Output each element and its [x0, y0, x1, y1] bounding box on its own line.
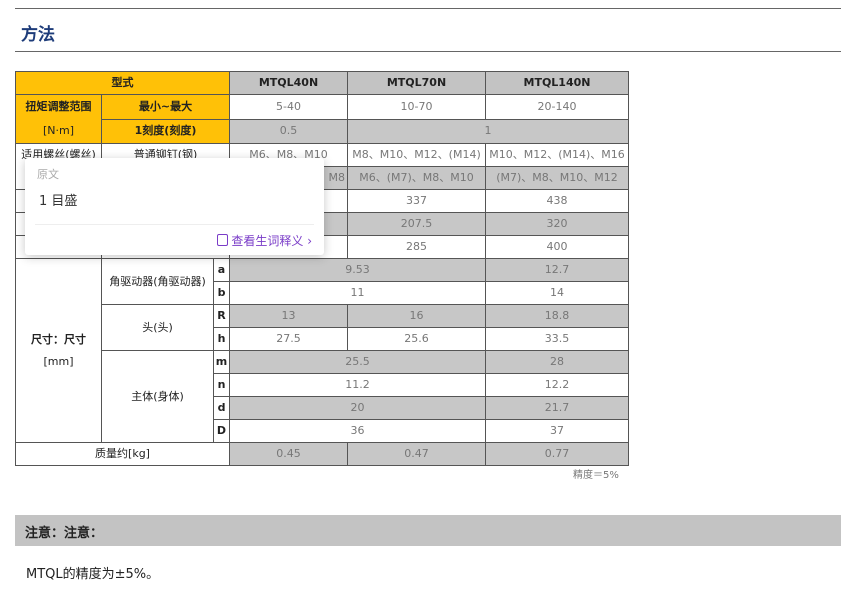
table-header-row: 型式 MTQL40N MTQL70N MTQL140N	[15, 71, 629, 95]
table-cell: 10-70	[347, 94, 486, 120]
table-cell: (M7)、M8、M10、M12	[485, 166, 629, 190]
table-cell: 5-40	[229, 94, 348, 120]
book-icon	[217, 234, 229, 246]
popup-link-label: 查看生词释义 ›	[231, 234, 312, 248]
table-cell: 0.45	[229, 442, 348, 466]
table-cell: 12.7	[485, 258, 629, 282]
angle-driver-label: 角驱动器(角驱动器)	[101, 258, 214, 305]
dim-key: a	[213, 258, 230, 282]
table-cell: M10、M12、(M14)、M16	[485, 143, 629, 167]
table-cell: M6、(M7)、M8、M10	[347, 166, 486, 190]
scale-label: 1刻度(刻度)	[101, 118, 230, 144]
popup-divider	[35, 224, 314, 225]
dim-key: m	[213, 350, 230, 374]
torque-unit: [N·m]	[42, 124, 75, 137]
model-header: MTQL140N	[485, 71, 629, 95]
dim-key: b	[213, 281, 230, 305]
table-cell: 438	[485, 189, 629, 213]
table-cell: 13	[229, 304, 348, 328]
note-text: MTQL的精度为±5%。	[26, 567, 160, 582]
popup-original-text: 1 目盛	[39, 194, 78, 209]
dimension-unit: [mm]	[43, 354, 74, 368]
table-cell: M8、M10、M12、(M14)	[347, 143, 486, 167]
range-label: 最小~最大	[101, 94, 230, 120]
table-row: 1刻度(刻度) 0.5 1	[16, 118, 629, 144]
section-title: 方法	[21, 25, 55, 45]
view-word-meaning-link[interactable]: 查看生词释义 ›	[217, 232, 312, 249]
table-cell: 36	[229, 419, 486, 443]
torque-label: 扭矩调整范围	[25, 100, 92, 113]
note-header: 注意：注意：	[15, 515, 841, 546]
dim-key: d	[213, 396, 230, 420]
table-cell: 11	[229, 281, 486, 305]
table-cell: 320	[485, 212, 629, 236]
table-cell: 285	[347, 235, 486, 259]
spec-table: 型式 MTQL40N MTQL70N MTQL140N 扭矩调整范围 [N·m]…	[15, 71, 629, 466]
torque-label-cell: 扭矩调整范围 [N·m]	[15, 94, 102, 144]
dim-key: h	[213, 327, 230, 351]
table-cell: 25.6	[347, 327, 486, 351]
translation-popup: 原文 1 目盛 查看生词释义 ›	[25, 158, 324, 255]
type-header: 型式	[15, 71, 230, 95]
table-cell: 400	[485, 235, 629, 259]
dim-key: R	[213, 304, 230, 328]
table-row: 主体(身体) m 25.5 28	[16, 350, 629, 443]
model-header: MTQL40N	[229, 71, 348, 95]
table-cell: 28	[485, 350, 629, 374]
table-cell: 14	[485, 281, 629, 305]
table-cell: 20	[229, 396, 486, 420]
model-header: MTQL70N	[347, 71, 486, 95]
section-header: 方法	[15, 8, 841, 52]
table-cell: 16	[347, 304, 486, 328]
table-cell: 25.5	[229, 350, 486, 374]
table-cell: 1	[347, 118, 629, 144]
table-cell: 20-140	[485, 94, 629, 120]
table-cell: 27.5	[229, 327, 348, 351]
dim-key: D	[213, 419, 230, 443]
dim-key: n	[213, 373, 230, 397]
table-cell: 37	[485, 419, 629, 443]
table-row: 扭矩调整范围 [N·m] 最小~最大 5-40 10-70 20-140	[15, 94, 629, 144]
body-label: 主体(身体)	[101, 350, 214, 443]
table-cell: 33.5	[485, 327, 629, 351]
table-cell: 18.8	[485, 304, 629, 328]
table-cell: 11.2	[229, 373, 486, 397]
table-cell: 9.53	[229, 258, 486, 282]
head-label: 头(头)	[101, 304, 214, 351]
note-title: 注意：注意：	[25, 526, 104, 541]
table-cell: 12.2	[485, 373, 629, 397]
table-cell: 0.5	[229, 118, 348, 144]
mass-label: 质量约[kg]	[15, 442, 230, 466]
dimension-label: 尺寸：尺寸	[31, 332, 86, 346]
table-cell: 21.7	[485, 396, 629, 420]
table-cell: 207.5	[347, 212, 486, 236]
accuracy-note: 精度＝5%	[573, 470, 619, 481]
table-cell: 0.77	[485, 442, 629, 466]
table-row: 头(头) R 13 16 18.8	[16, 304, 629, 351]
table-row: 尺寸：尺寸 [mm] 角驱动器(角驱动器) a 9.53 12.7	[15, 258, 629, 443]
popup-head: 原文	[37, 168, 59, 181]
table-row: 质量约[kg] 0.45 0.47 0.77	[15, 442, 629, 466]
table-cell: 337	[347, 189, 486, 213]
dimension-label-cell: 尺寸：尺寸 [mm]	[15, 258, 102, 443]
table-cell: 0.47	[347, 442, 486, 466]
